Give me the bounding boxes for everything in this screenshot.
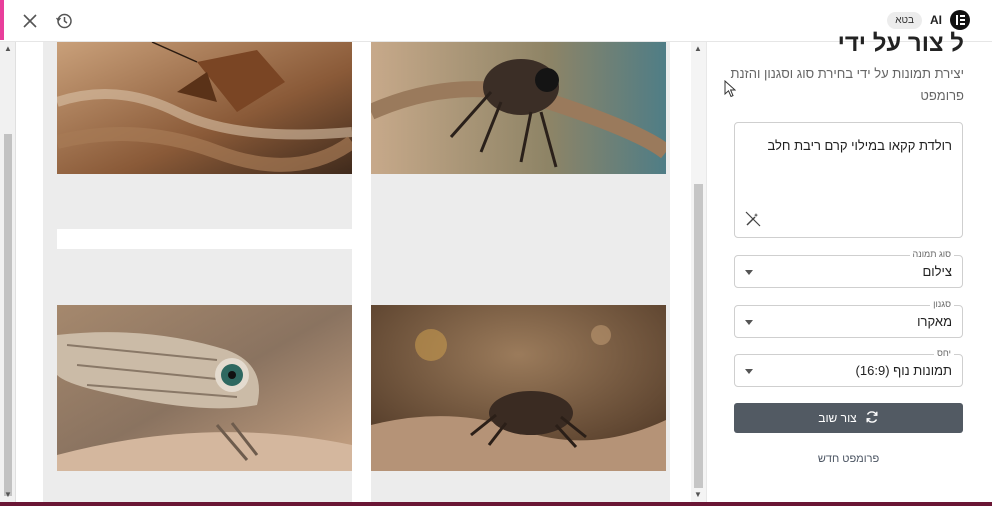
prompt-textarea[interactable]: רולדת קקאו במילוי קרם ריבת חלב (734, 122, 963, 238)
gallery-scrollbar-thumb[interactable] (694, 184, 703, 488)
regenerate-label: צור שוב (818, 411, 857, 425)
panel-title: ל צור על ידי (837, 30, 964, 57)
close-icon[interactable] (18, 9, 42, 33)
style-value: מאקרו (917, 314, 952, 329)
generated-image-1[interactable] (57, 42, 352, 174)
panel-description: יצירת תמונות על ידי בחירת סוג וסגנון והז… (730, 66, 965, 103)
generated-image-4[interactable] (371, 305, 666, 471)
ai-label: AI (930, 13, 942, 27)
mouse-cursor-icon (724, 80, 736, 98)
chevron-down-icon (745, 369, 753, 374)
left-scrollbar-thumb[interactable] (4, 134, 12, 496)
history-icon[interactable] (52, 9, 76, 33)
generated-image-2[interactable] (371, 42, 666, 174)
gallery-scroll-down-icon[interactable]: ▼ (694, 490, 702, 499)
elementor-logo-icon (950, 10, 970, 30)
beta-badge: בטא (887, 11, 922, 29)
image-type-value: צילום (922, 264, 952, 279)
gallery-scroll-up-icon[interactable]: ▲ (694, 44, 702, 53)
ratio-label: יחס (934, 348, 954, 358)
taskbar-strip (0, 502, 992, 506)
brand: בטא AI (887, 10, 970, 30)
refresh-icon (865, 410, 879, 427)
window-edge (0, 0, 4, 40)
scroll-up-arrow-icon[interactable]: ▲ (4, 44, 12, 53)
chevron-down-icon (745, 270, 753, 275)
new-prompt-link[interactable]: פרומפט חדש (734, 453, 963, 465)
left-scrollbar[interactable]: ▲ ▼ (0, 42, 16, 506)
wand-off-icon[interactable] (745, 211, 761, 227)
ratio-select[interactable]: יחס תמונות נוף (16:9) (734, 348, 963, 387)
style-label: סגנון (930, 299, 954, 309)
scroll-down-arrow-icon[interactable]: ▼ (4, 490, 12, 499)
image-gallery (0, 42, 706, 506)
image-type-select[interactable]: סוג תמונה צילום (734, 249, 963, 288)
ai-image-modal: בטא AI ▲ ▼ ▲ ▼ ל צור על ידי יצירת תמונות… (0, 0, 992, 506)
gallery-divider (352, 42, 371, 506)
gallery-gap (57, 229, 352, 249)
generated-image-3[interactable] (57, 305, 352, 471)
regenerate-button[interactable]: צור שוב (734, 403, 963, 433)
image-type-label: סוג תמונה (909, 249, 954, 259)
chevron-down-icon (745, 320, 753, 325)
generation-panel: ל צור על ידי יצירת תמונות על ידי בחירת ס… (706, 30, 992, 506)
ratio-value: תמונות נוף (16:9) (855, 363, 952, 378)
gallery-edge (43, 42, 57, 506)
prompt-text: רולדת קקאו במילוי קרם ריבת חלב (767, 138, 953, 153)
gallery-scrollbar[interactable]: ▲ ▼ (691, 42, 706, 506)
style-select[interactable]: סגנון מאקרו (734, 299, 963, 338)
